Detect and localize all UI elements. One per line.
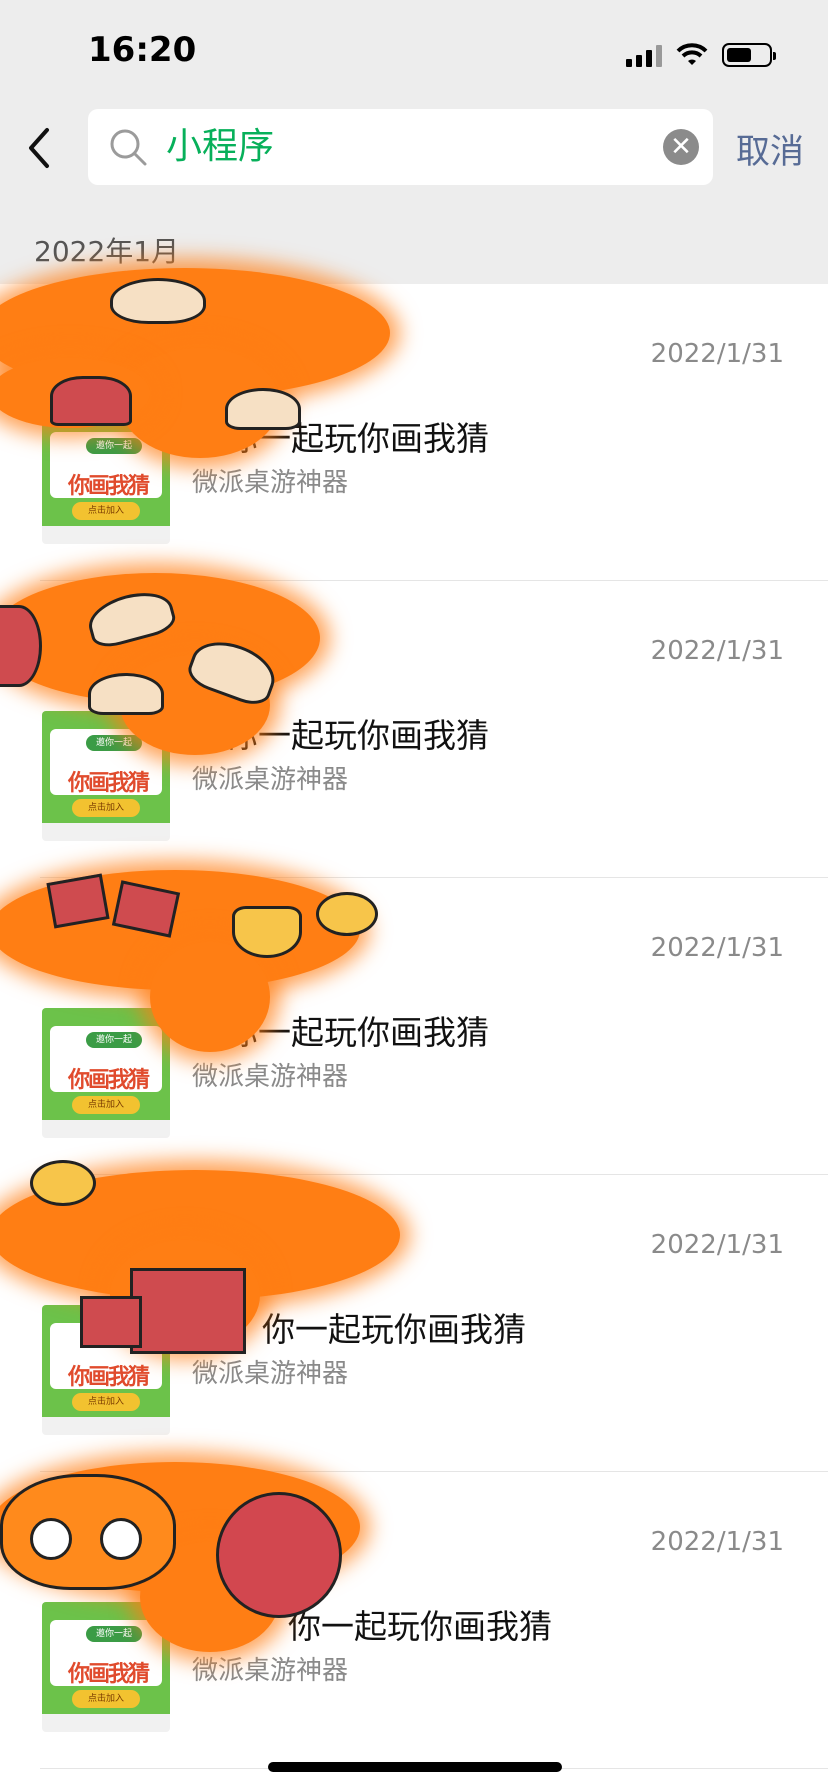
item-date: 2022/1/31: [650, 636, 784, 666]
redaction-sticker: [0, 1452, 380, 1672]
thumbnail-button-text: 点击加入: [72, 799, 140, 817]
thumbnail-button-text: 点击加入: [72, 1096, 140, 1114]
search-box[interactable]: 小程序 ✕: [88, 109, 713, 185]
back-button[interactable]: [16, 122, 60, 174]
redaction-sticker: [0, 565, 340, 765]
thumbnail-button-text: 点击加入: [72, 502, 140, 520]
thumbnail-big-text: 你画我猜: [68, 1365, 150, 1390]
search-input[interactable]: 小程序: [166, 125, 274, 169]
battery-icon: [722, 43, 776, 67]
thumbnail-big-text: 你画我猜: [68, 771, 150, 796]
item-date: 2022/1/31: [650, 933, 784, 963]
top-bar: 16:20 小程序 ✕ 取消 2022年1月: [0, 0, 828, 284]
clear-icon[interactable]: ✕: [663, 129, 699, 165]
search-icon: [110, 129, 147, 166]
item-date: 2022/1/31: [650, 1230, 784, 1260]
home-indicator: [268, 1762, 562, 1772]
thumbnail-big-text: 你画我猜: [68, 474, 150, 499]
redaction-sticker: [0, 1160, 420, 1360]
redaction-sticker: [0, 862, 380, 1062]
item-subtitle: 微派桌游神器: [192, 468, 349, 498]
cancel-button[interactable]: 取消: [736, 124, 804, 173]
item-date: 2022/1/31: [650, 339, 784, 369]
thumbnail-button-text: 点击加入: [72, 1393, 140, 1411]
thumbnail-button-text: 点击加入: [72, 1690, 140, 1708]
signal-icon: [626, 43, 662, 67]
thumbnail-big-text: 你画我猜: [68, 1068, 150, 1093]
status-time: 16:20: [88, 30, 197, 70]
item-date: 2022/1/31: [650, 1527, 784, 1557]
wifi-icon: [676, 43, 708, 65]
chevron-left-icon: [29, 128, 49, 168]
section-header: 2022年1月: [34, 235, 180, 268]
status-icons: [626, 40, 776, 70]
redaction-sticker: [0, 268, 400, 458]
